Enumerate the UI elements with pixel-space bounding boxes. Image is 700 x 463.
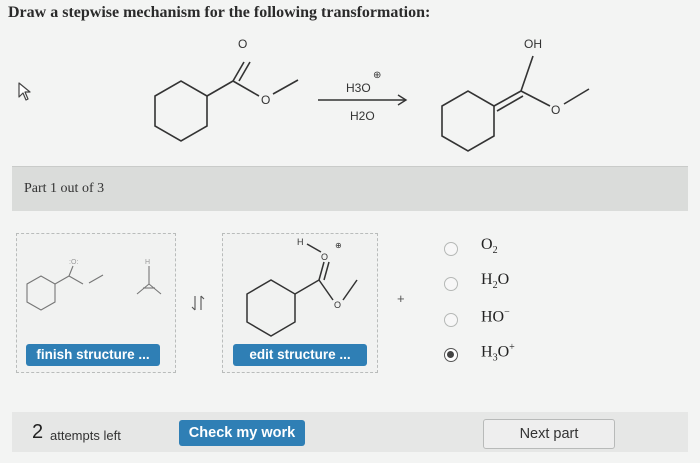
box1-structure: :O: H <box>26 259 162 311</box>
reactant-structure <box>154 61 299 142</box>
radio-button[interactable] <box>444 313 458 327</box>
radio-button-selected[interactable] <box>444 348 458 362</box>
product-ether-o: O <box>551 103 560 117</box>
reagent-top: H3O <box>346 81 371 95</box>
structure-box-2[interactable]: H O ⊕ O edit structure ... <box>222 233 378 373</box>
reagent-top-charge: ⊕ <box>373 70 381 81</box>
box2-o: O <box>321 252 328 262</box>
reaction-arrow <box>318 94 408 106</box>
box2-ester-o: O <box>334 300 341 310</box>
finish-structure-button[interactable]: finish structure ... <box>26 344 160 366</box>
reactant-ether-o: O <box>261 93 270 107</box>
question-title: Draw a stepwise mechanism for the follow… <box>8 4 431 21</box>
reagent-label: O2 <box>481 236 498 257</box>
svg-text:H: H <box>145 259 150 266</box>
edit-structure-button[interactable]: edit structure ... <box>233 344 367 366</box>
box2-h: H <box>297 237 304 247</box>
next-part-button[interactable]: Next part <box>483 419 615 449</box>
product-structure <box>441 55 590 152</box>
reaction-scheme: O O H3O ⊕ H2O OH O <box>154 37 590 152</box>
equilibrium-arrows-icon <box>191 295 205 311</box>
product-hydroxyl: OH <box>524 37 542 51</box>
reagent-label: H3O+ <box>481 342 515 364</box>
plus-sign: + <box>397 291 405 306</box>
attempts-count: 2 <box>32 421 44 443</box>
reagent-bottom: H2O <box>350 109 375 123</box>
radio-button[interactable] <box>444 277 458 291</box>
svg-text::O:: :O: <box>69 259 78 266</box>
attempts-label: attempts left <box>50 428 121 443</box>
reactant-carbonyl-o: O <box>238 37 247 51</box>
check-my-work-button[interactable]: Check my work <box>179 420 305 446</box>
structure-box-1[interactable]: :O: H finish structure ... <box>16 233 176 373</box>
part-header: Part 1 out of 3 <box>12 166 688 211</box>
radio-button[interactable] <box>444 242 458 256</box>
reagent-label: HO− <box>481 307 510 326</box>
box2-charge: ⊕ <box>335 241 342 250</box>
box2-structure: H O ⊕ O <box>246 237 358 337</box>
cursor-arrow-icon <box>18 82 31 101</box>
reagent-label: H2O <box>481 271 510 292</box>
part-label: Part 1 out of 3 <box>24 181 105 196</box>
